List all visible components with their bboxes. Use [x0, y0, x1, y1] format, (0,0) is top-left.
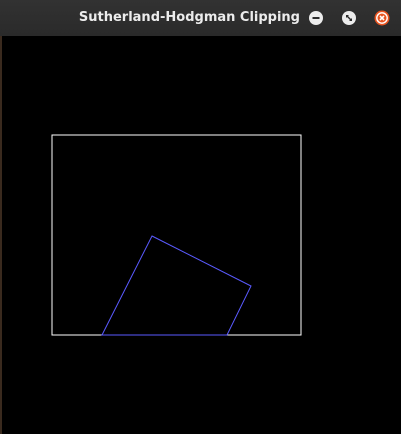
clipping-window-rectangle: [51, 134, 302, 336]
app-window: Sutherland-Hodgman Clipping: [0, 0, 401, 434]
title-bar[interactable]: Sutherland-Hodgman Clipping: [0, 0, 401, 36]
minimize-icon: [309, 11, 323, 25]
close-button[interactable]: [374, 10, 390, 26]
minimize-button[interactable]: [308, 10, 324, 26]
clipped-polygon: [101, 235, 252, 336]
window-title: Sutherland-Hodgman Clipping: [78, 10, 300, 25]
maximize-icon: [342, 11, 356, 25]
drawing-canvas: [51, 134, 302, 336]
window-left-edge: [0, 36, 2, 434]
maximize-button[interactable]: [341, 10, 357, 26]
close-icon: [374, 10, 390, 26]
